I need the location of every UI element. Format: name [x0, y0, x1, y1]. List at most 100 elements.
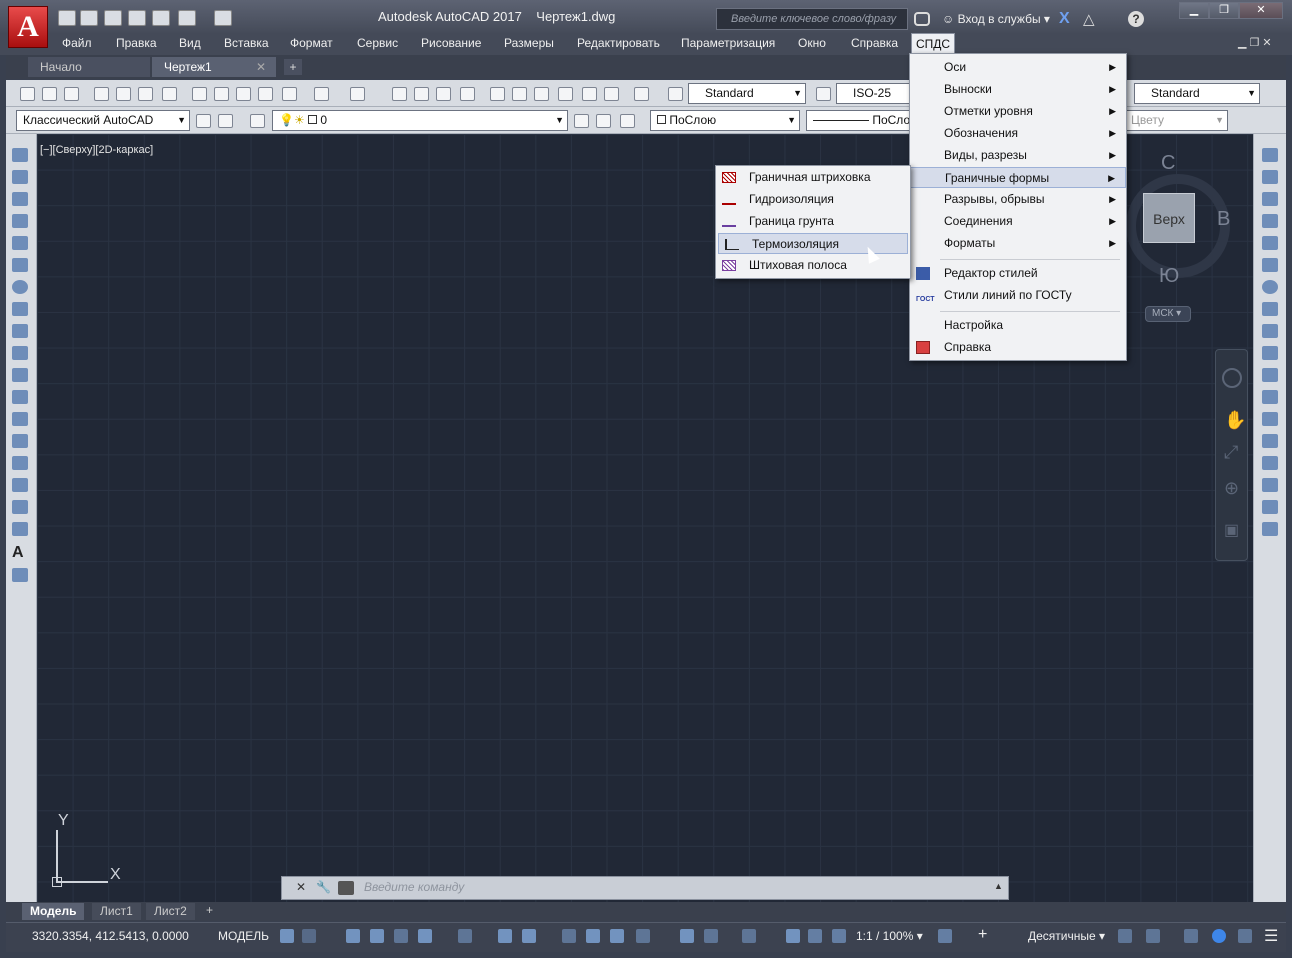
break-icon[interactable]	[1262, 412, 1278, 426]
layer-state-icon[interactable]	[620, 114, 635, 128]
zoom-realtime-icon[interactable]	[414, 87, 429, 101]
layer-select[interactable]: 💡☀ 0 ▼	[272, 110, 568, 131]
save-icon[interactable]	[64, 87, 79, 101]
tab-layout2[interactable]: Лист2	[146, 903, 195, 920]
mirror-icon[interactable]	[1262, 192, 1278, 206]
a360-icon[interactable]: △	[1083, 10, 1095, 28]
dim-style-select[interactable]: ISO-25	[836, 83, 910, 104]
gear-icon[interactable]	[196, 114, 211, 128]
viewcube-east[interactable]: В	[1217, 208, 1230, 231]
help-icon[interactable]: ?	[1128, 11, 1144, 27]
open-icon[interactable]	[80, 10, 98, 26]
tool-palettes-icon[interactable]	[534, 87, 549, 101]
3d-print-icon[interactable]	[162, 87, 177, 101]
open-icon[interactable]	[42, 87, 57, 101]
viewcube-top-face[interactable]: Верх	[1143, 193, 1195, 243]
sign-in-button[interactable]: ☺ Вход в службы ▾	[942, 12, 1050, 26]
break-at-point-icon[interactable]	[1262, 390, 1278, 404]
menu-item-style-editor[interactable]: Редактор стилей	[910, 263, 1126, 284]
selection-filter-icon[interactable]	[704, 929, 718, 943]
transparency-icon[interactable]	[586, 929, 600, 943]
menu-item-settings[interactable]: Настройка	[910, 315, 1126, 336]
ellipse-arc-icon[interactable]	[12, 368, 28, 382]
menu-spds[interactable]: СПДС	[911, 33, 955, 54]
insert-block-icon[interactable]	[12, 390, 28, 404]
region-icon[interactable]	[12, 500, 28, 514]
zoom-extents-icon[interactable]: ⤢	[1224, 442, 1238, 463]
menu-item-leaders[interactable]: Выноски ▶	[910, 79, 1126, 100]
model-space-toggle[interactable]: МОДЕЛЬ	[218, 929, 269, 943]
submenu-item-waterproofing[interactable]: Гидроизоляция	[716, 189, 910, 210]
menu-tools[interactable]: Сервис	[357, 36, 398, 50]
add-selected-icon[interactable]	[12, 568, 28, 582]
plot-icon[interactable]	[94, 87, 109, 101]
add-icon[interactable]: +	[978, 926, 987, 944]
rectangle-icon[interactable]	[12, 236, 28, 250]
trim-icon[interactable]	[1262, 346, 1278, 360]
array-icon[interactable]	[1262, 236, 1278, 250]
menu-item-axes[interactable]: Оси ▶	[910, 57, 1126, 78]
paste-icon[interactable]	[236, 87, 251, 101]
rotate-icon[interactable]	[1262, 280, 1278, 294]
layer-properties-icon[interactable]	[250, 114, 265, 128]
chamfer-icon[interactable]	[1262, 456, 1278, 470]
join-icon[interactable]	[1262, 434, 1278, 448]
snap-icon[interactable]	[302, 929, 316, 943]
tab-layout1[interactable]: Лист1	[92, 903, 141, 920]
close-icon[interactable]: ✕	[296, 880, 306, 894]
menu-insert[interactable]: Вставка	[224, 36, 269, 50]
line-icon[interactable]	[12, 148, 28, 162]
units-select[interactable]: Десятичные ▾	[1028, 929, 1105, 943]
isodraft-icon[interactable]	[458, 929, 472, 943]
menu-modify[interactable]: Редактировать	[577, 36, 660, 50]
showmotion-icon[interactable]: ▣	[1224, 520, 1239, 540]
annotation-scale-select[interactable]: 1:1 / 100% ▾	[856, 929, 923, 943]
submenu-item-thermal-insulation[interactable]: Термоизоляция	[718, 233, 908, 254]
ucs-menu[interactable]: МСК ▾	[1145, 306, 1191, 322]
stretch-icon[interactable]	[1262, 324, 1278, 338]
erase-icon[interactable]	[1262, 148, 1278, 162]
brush-icon[interactable]	[282, 87, 297, 101]
submenu-item-ground-boundary[interactable]: Граница грунта	[716, 211, 910, 232]
layer-previous-icon[interactable]	[596, 114, 611, 128]
zoom-previous-icon[interactable]	[460, 87, 475, 101]
quick-properties-icon[interactable]	[1118, 929, 1132, 943]
revcloud-icon[interactable]	[12, 302, 28, 316]
close-button[interactable]: ✕	[1239, 2, 1283, 19]
menu-view[interactable]: Вид	[179, 36, 201, 50]
text-style-icon[interactable]	[668, 87, 683, 101]
3d-osnap-icon[interactable]	[636, 929, 650, 943]
object-snap-tracking-icon[interactable]	[498, 929, 512, 943]
ortho-icon[interactable]	[394, 929, 408, 943]
orbit-icon[interactable]: ⊕	[1224, 478, 1239, 499]
menu-item-views-sections[interactable]: Виды, разрезы ▶	[910, 145, 1126, 166]
print-icon[interactable]	[152, 10, 170, 26]
dynamic-input-icon[interactable]	[370, 929, 384, 943]
viewcube-north[interactable]: С	[1161, 152, 1175, 175]
new-tab-button[interactable]: +	[284, 59, 302, 75]
point-icon[interactable]	[12, 434, 28, 448]
menu-file[interactable]: Файл	[62, 36, 92, 50]
offset-icon[interactable]	[1262, 214, 1278, 228]
new-layout-button[interactable]: +	[206, 903, 213, 917]
sheet-set-icon[interactable]	[558, 87, 573, 101]
coordinates-display[interactable]: 3320.3354, 412.5413, 0.0000	[32, 929, 189, 943]
wrench-icon[interactable]: 🔧	[316, 880, 331, 894]
menu-draw[interactable]: Рисование	[421, 36, 481, 50]
object-snap-icon[interactable]	[522, 929, 536, 943]
dim-style-icon[interactable]	[816, 87, 831, 101]
menu-item-connections[interactable]: Соединения ▶	[910, 211, 1126, 232]
blend-icon[interactable]	[1262, 500, 1278, 514]
command-history-icon[interactable]: ▲	[994, 881, 1003, 891]
viewport-controls[interactable]: [−][Сверху][2D-каркас]	[40, 144, 153, 156]
grid-icon[interactable]	[280, 929, 294, 943]
annotation-visibility-icon[interactable]	[786, 929, 800, 943]
menu-parametric[interactable]: Параметризация	[681, 36, 775, 50]
explode-icon[interactable]	[1262, 522, 1278, 536]
annotation-scale-icon[interactable]	[832, 929, 846, 943]
multiline-text-icon[interactable]: A	[12, 544, 24, 562]
preview-icon[interactable]	[116, 87, 131, 101]
isolate-objects-icon[interactable]	[1184, 929, 1198, 943]
gradient-icon[interactable]	[12, 478, 28, 492]
polyline-icon[interactable]	[12, 192, 28, 206]
